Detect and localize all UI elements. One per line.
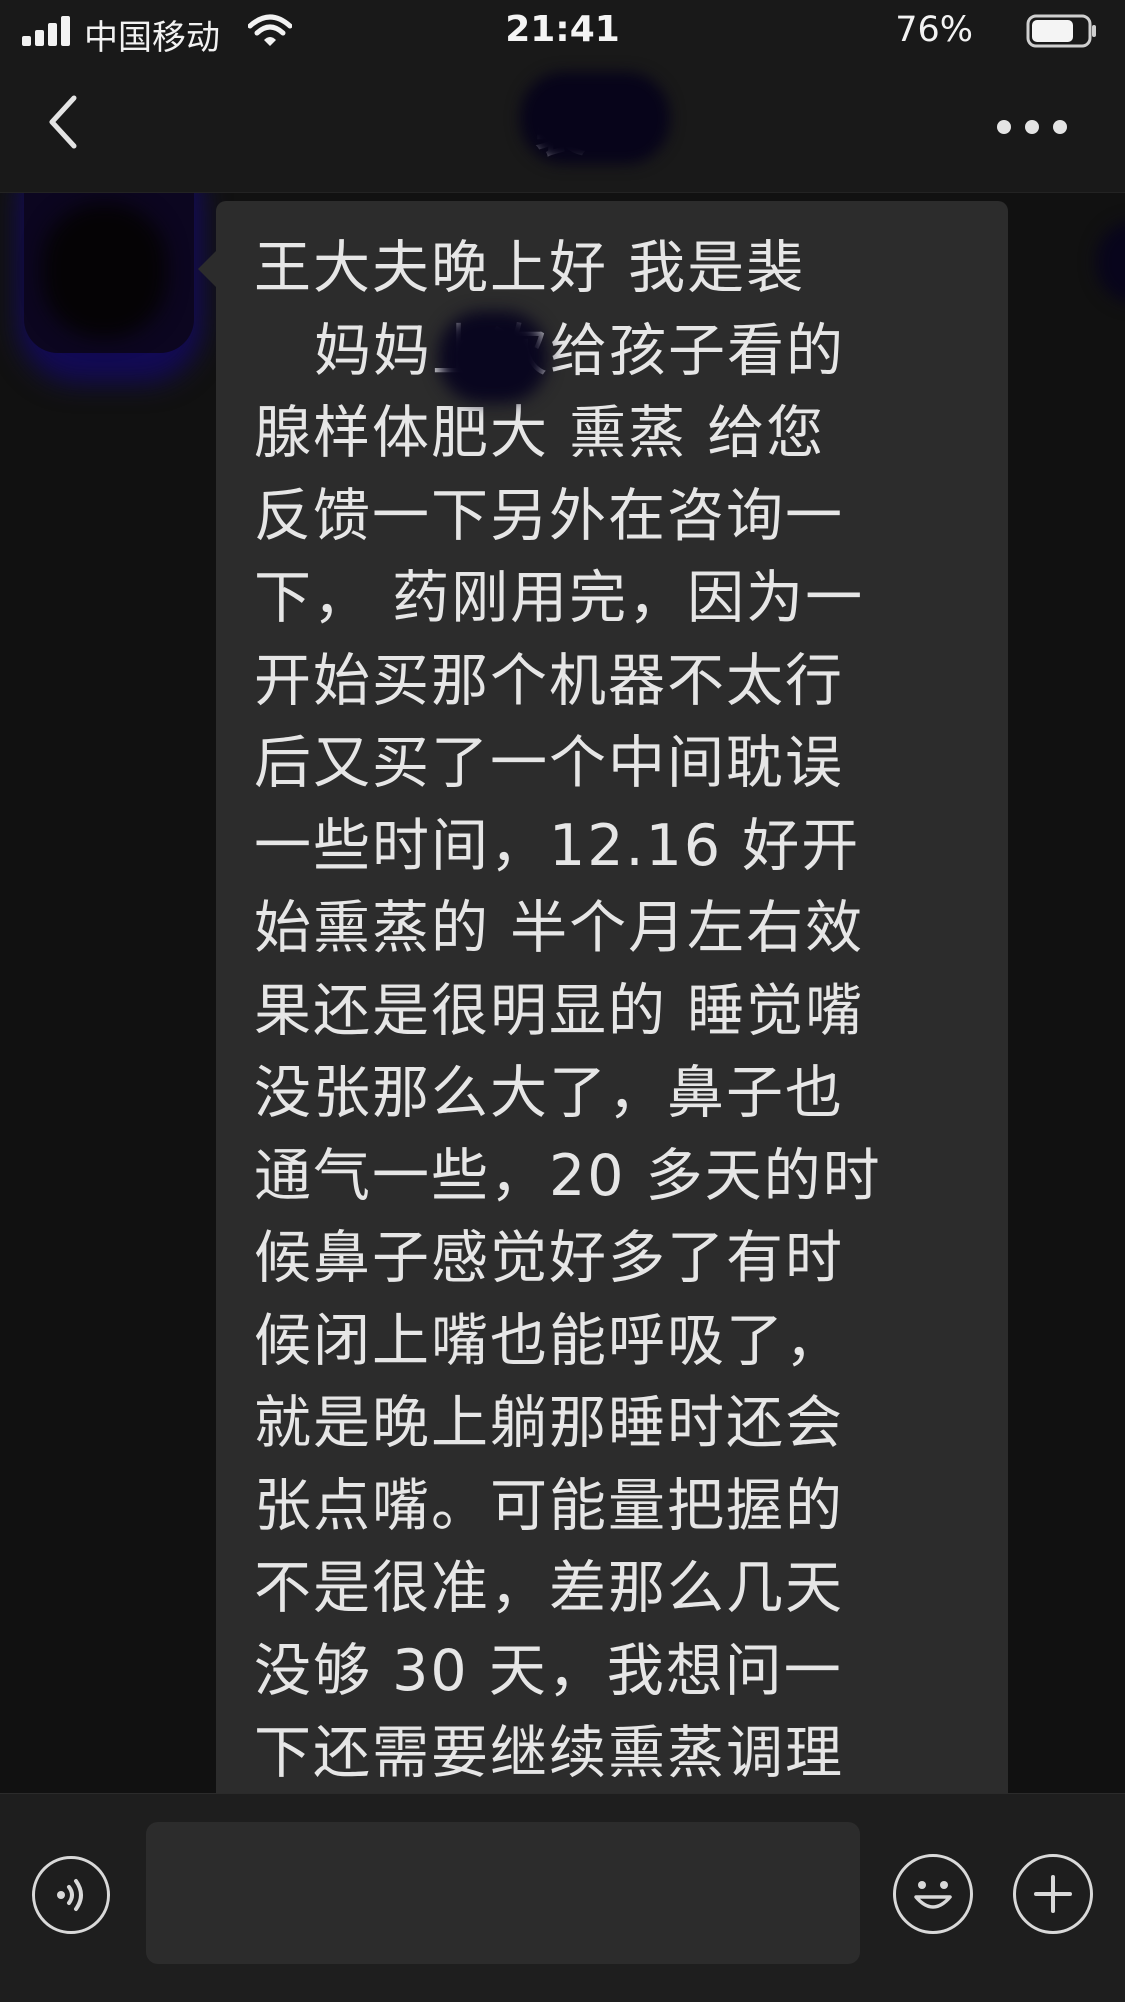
voice-icon	[57, 1879, 83, 1911]
redaction-mark	[520, 72, 670, 164]
message-line: 候鼻子感觉好多了有时	[254, 1225, 844, 1291]
plus-icon	[1034, 1875, 1072, 1913]
chat-message-list[interactable]: 王大夫晚上好 我是裴 妈妈上次给孩子看的 腺样体肥大 熏蒸 给您 反馈一下另外在…	[0, 193, 1125, 1793]
chat-header: 裴	[0, 62, 1125, 193]
message-line: 没够 30 天，我想问一	[254, 1637, 843, 1704]
emoji-button[interactable]	[893, 1854, 973, 1934]
input-bar	[0, 1793, 1125, 2002]
add-button[interactable]	[1013, 1854, 1093, 1934]
message-line: 没张那么大了，鼻子也	[254, 1060, 844, 1126]
message-line: 后又买了一个中间耽误	[254, 730, 844, 796]
message-line: 就是晚上躺那睡时还会	[254, 1390, 844, 1456]
message-bubble[interactable]: 王大夫晚上好 我是裴 妈妈上次给孩子看的 腺样体肥大 熏蒸 给您 反馈一下另外在…	[216, 201, 1125, 1793]
message-line: 始熏蒸的 半个月左右效	[254, 895, 865, 961]
status-bar: 中国移动 21:41 76%	[0, 0, 1125, 62]
message-line: 下还需要继续熏蒸调理	[254, 1720, 844, 1786]
name-redaction	[1096, 221, 1125, 303]
message-text: 王大夫晚上好 我是裴 妈妈上次给孩子看的 腺样体肥大 熏蒸 给您 反馈一下另外在…	[254, 227, 989, 1793]
more-dots-icon[interactable]	[997, 120, 1069, 136]
message-line: 候闭上嘴也能呼吸了，	[254, 1307, 844, 1374]
message-line: 下， 药刚用完，因为一	[254, 565, 865, 631]
message-bubble-tail	[198, 251, 216, 287]
name-redaction	[438, 311, 548, 403]
message-line: 开始买那个机器不太行	[254, 647, 844, 714]
message-line: 果还是很明显的 睡觉嘴	[254, 977, 865, 1044]
message-line: 不是很准，差那么几天	[254, 1555, 844, 1621]
smiley-icon	[914, 1881, 952, 1909]
message-line: 通气一些，20 多天的时	[254, 1142, 882, 1209]
battery-percent: 76%	[895, 10, 973, 50]
message-line: 妈妈上次给孩子看的	[314, 317, 845, 384]
message-input[interactable]	[146, 1822, 860, 1964]
message-line: 王大夫晚上好 我是裴	[254, 235, 806, 301]
voice-button[interactable]	[32, 1856, 110, 1934]
message-line: 一些时间，12.16 好开	[254, 812, 861, 879]
battery-icon	[1026, 14, 1096, 48]
message-line: 张点嘴。可能量把握的	[254, 1472, 844, 1539]
message-line: 腺样体肥大 熏蒸 给您	[254, 400, 826, 466]
message-line: 反馈一下另外在咨询一	[254, 482, 844, 549]
avatar-redaction-core	[42, 203, 167, 338]
